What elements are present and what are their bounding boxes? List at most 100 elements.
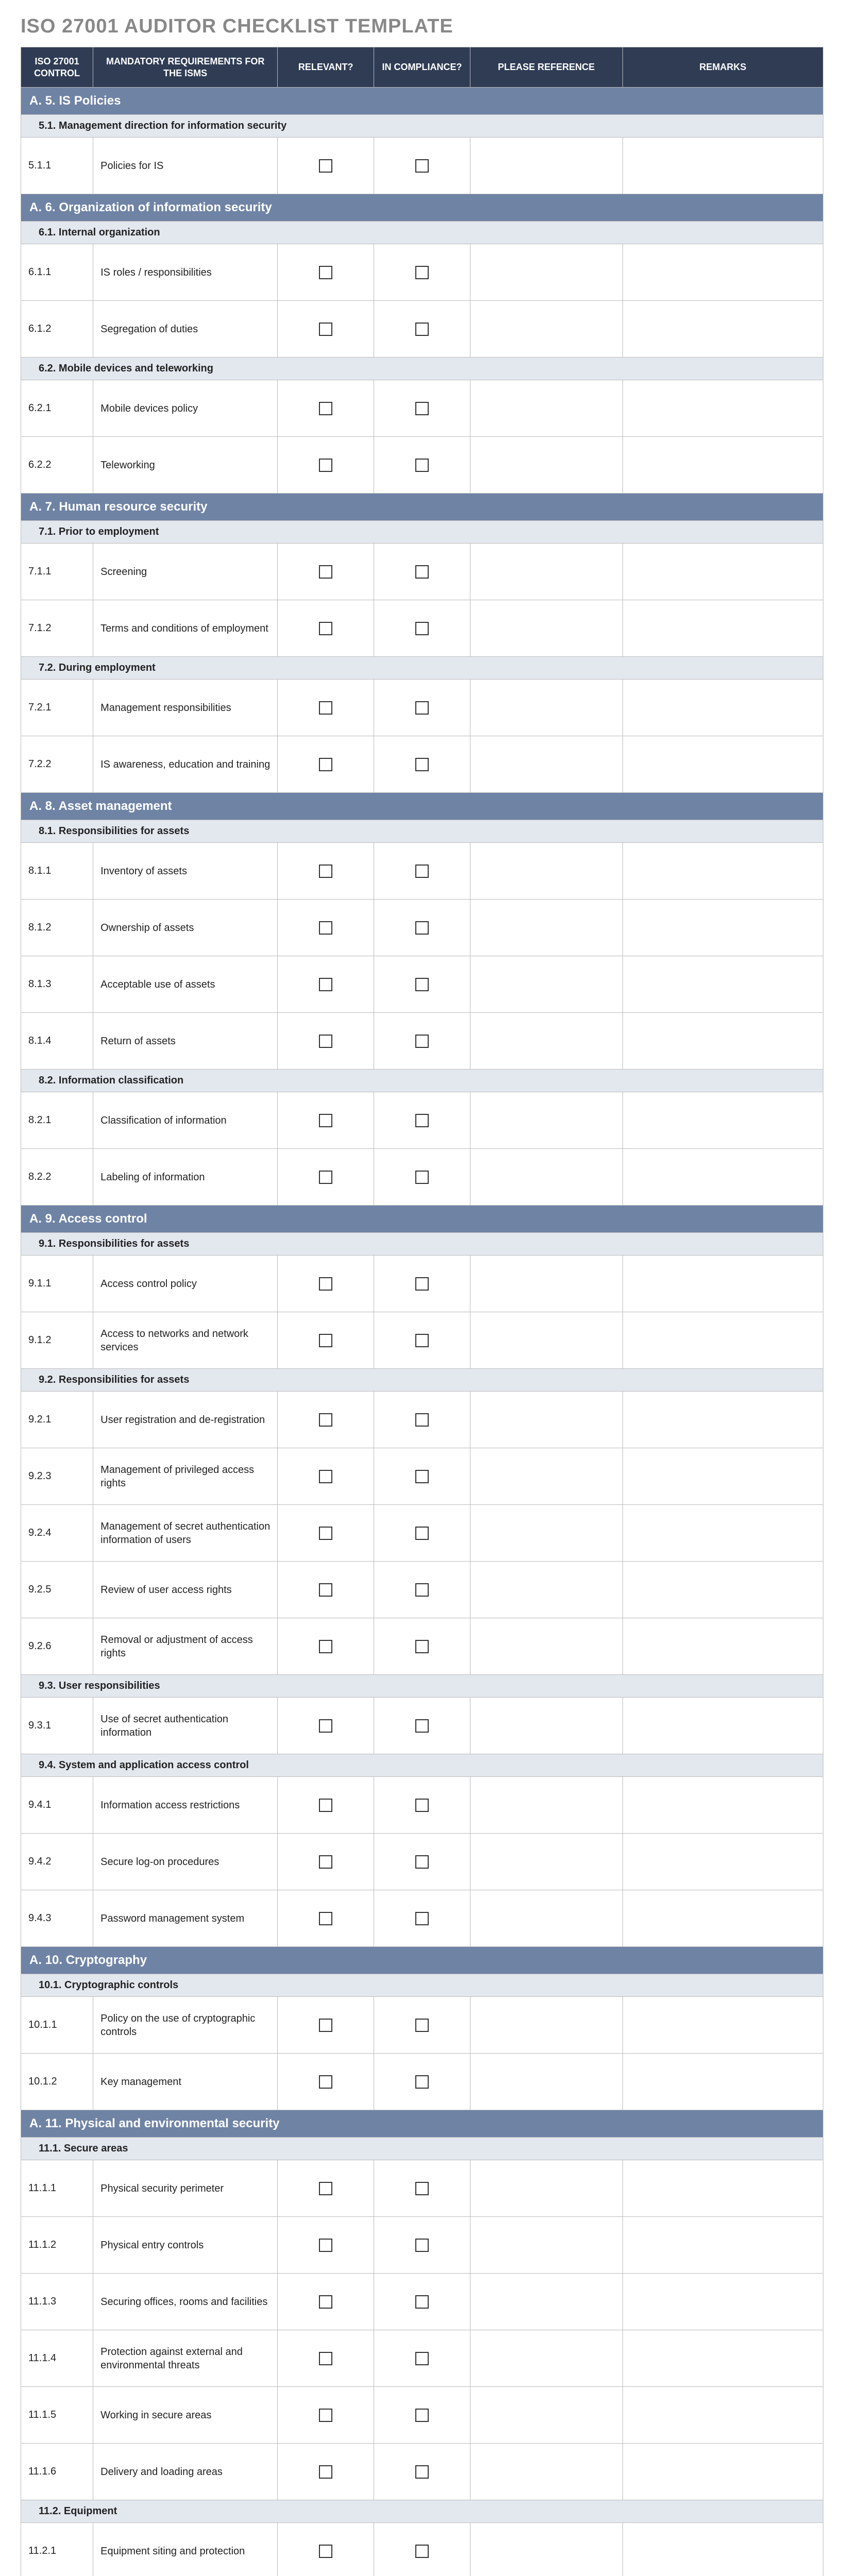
remarks-cell[interactable] xyxy=(622,1505,823,1562)
compliance-checkbox[interactable] xyxy=(415,2182,429,2195)
compliance-checkbox[interactable] xyxy=(415,921,429,935)
remarks-cell[interactable] xyxy=(622,1092,823,1149)
relevant-checkbox[interactable] xyxy=(319,1413,332,1427)
reference-cell[interactable] xyxy=(470,2523,622,2576)
relevant-checkbox[interactable] xyxy=(319,2239,332,2252)
reference-cell[interactable] xyxy=(470,1834,622,1890)
compliance-checkbox[interactable] xyxy=(415,865,429,878)
relevant-checkbox[interactable] xyxy=(319,1799,332,1812)
relevant-checkbox[interactable] xyxy=(319,978,332,991)
relevant-checkbox[interactable] xyxy=(319,622,332,635)
remarks-cell[interactable] xyxy=(622,2523,823,2576)
remarks-cell[interactable] xyxy=(622,1312,823,1369)
relevant-checkbox[interactable] xyxy=(319,758,332,771)
remarks-cell[interactable] xyxy=(622,2330,823,2387)
reference-cell[interactable] xyxy=(470,1149,622,1206)
remarks-cell[interactable] xyxy=(622,2274,823,2330)
compliance-checkbox[interactable] xyxy=(415,758,429,771)
remarks-cell[interactable] xyxy=(622,1149,823,1206)
relevant-checkbox[interactable] xyxy=(319,266,332,279)
relevant-checkbox[interactable] xyxy=(319,1912,332,1925)
remarks-cell[interactable] xyxy=(622,380,823,437)
reference-cell[interactable] xyxy=(470,1618,622,1675)
relevant-checkbox[interactable] xyxy=(319,1470,332,1483)
reference-cell[interactable] xyxy=(470,1698,622,1754)
reference-cell[interactable] xyxy=(470,736,622,793)
remarks-cell[interactable] xyxy=(622,2160,823,2217)
compliance-checkbox[interactable] xyxy=(415,323,429,336)
remarks-cell[interactable] xyxy=(622,1013,823,1070)
reference-cell[interactable] xyxy=(470,544,622,600)
compliance-checkbox[interactable] xyxy=(415,2352,429,2365)
reference-cell[interactable] xyxy=(470,138,622,194)
relevant-checkbox[interactable] xyxy=(319,2019,332,2032)
compliance-checkbox[interactable] xyxy=(415,1470,429,1483)
remarks-cell[interactable] xyxy=(622,301,823,358)
remarks-cell[interactable] xyxy=(622,2444,823,2500)
compliance-checkbox[interactable] xyxy=(415,978,429,991)
reference-cell[interactable] xyxy=(470,900,622,956)
reference-cell[interactable] xyxy=(470,843,622,900)
reference-cell[interactable] xyxy=(470,380,622,437)
compliance-checkbox[interactable] xyxy=(415,701,429,715)
compliance-checkbox[interactable] xyxy=(415,459,429,472)
remarks-cell[interactable] xyxy=(622,736,823,793)
reference-cell[interactable] xyxy=(470,1505,622,1562)
remarks-cell[interactable] xyxy=(622,544,823,600)
compliance-checkbox[interactable] xyxy=(415,1171,429,1184)
relevant-checkbox[interactable] xyxy=(319,459,332,472)
relevant-checkbox[interactable] xyxy=(319,1171,332,1184)
compliance-checkbox[interactable] xyxy=(415,1855,429,1869)
reference-cell[interactable] xyxy=(470,2274,622,2330)
compliance-checkbox[interactable] xyxy=(415,402,429,415)
remarks-cell[interactable] xyxy=(622,2217,823,2274)
compliance-checkbox[interactable] xyxy=(415,2545,429,2558)
remarks-cell[interactable] xyxy=(622,956,823,1013)
compliance-checkbox[interactable] xyxy=(415,1277,429,1291)
compliance-checkbox[interactable] xyxy=(415,2409,429,2422)
remarks-cell[interactable] xyxy=(622,1618,823,1675)
compliance-checkbox[interactable] xyxy=(415,2239,429,2252)
reference-cell[interactable] xyxy=(470,680,622,736)
reference-cell[interactable] xyxy=(470,1448,622,1505)
remarks-cell[interactable] xyxy=(622,1448,823,1505)
remarks-cell[interactable] xyxy=(622,1777,823,1834)
relevant-checkbox[interactable] xyxy=(319,1334,332,1347)
compliance-checkbox[interactable] xyxy=(415,1583,429,1597)
compliance-checkbox[interactable] xyxy=(415,1334,429,1347)
compliance-checkbox[interactable] xyxy=(415,1912,429,1925)
reference-cell[interactable] xyxy=(470,1997,622,2054)
reference-cell[interactable] xyxy=(470,1392,622,1448)
reference-cell[interactable] xyxy=(470,301,622,358)
remarks-cell[interactable] xyxy=(622,2054,823,2110)
reference-cell[interactable] xyxy=(470,600,622,657)
remarks-cell[interactable] xyxy=(622,1834,823,1890)
compliance-checkbox[interactable] xyxy=(415,159,429,173)
compliance-checkbox[interactable] xyxy=(415,1413,429,1427)
remarks-cell[interactable] xyxy=(622,244,823,301)
remarks-cell[interactable] xyxy=(622,138,823,194)
remarks-cell[interactable] xyxy=(622,1890,823,1947)
relevant-checkbox[interactable] xyxy=(319,921,332,935)
relevant-checkbox[interactable] xyxy=(319,865,332,878)
relevant-checkbox[interactable] xyxy=(319,2409,332,2422)
compliance-checkbox[interactable] xyxy=(415,622,429,635)
remarks-cell[interactable] xyxy=(622,600,823,657)
relevant-checkbox[interactable] xyxy=(319,323,332,336)
compliance-checkbox[interactable] xyxy=(415,2019,429,2032)
relevant-checkbox[interactable] xyxy=(319,1719,332,1733)
remarks-cell[interactable] xyxy=(622,900,823,956)
reference-cell[interactable] xyxy=(470,1013,622,1070)
relevant-checkbox[interactable] xyxy=(319,2465,332,2479)
reference-cell[interactable] xyxy=(470,2217,622,2274)
compliance-checkbox[interactable] xyxy=(415,1114,429,1127)
compliance-checkbox[interactable] xyxy=(415,1719,429,1733)
reference-cell[interactable] xyxy=(470,1777,622,1834)
relevant-checkbox[interactable] xyxy=(319,1527,332,1540)
relevant-checkbox[interactable] xyxy=(319,565,332,579)
remarks-cell[interactable] xyxy=(622,843,823,900)
relevant-checkbox[interactable] xyxy=(319,1277,332,1291)
reference-cell[interactable] xyxy=(470,956,622,1013)
compliance-checkbox[interactable] xyxy=(415,1640,429,1653)
relevant-checkbox[interactable] xyxy=(319,1640,332,1653)
